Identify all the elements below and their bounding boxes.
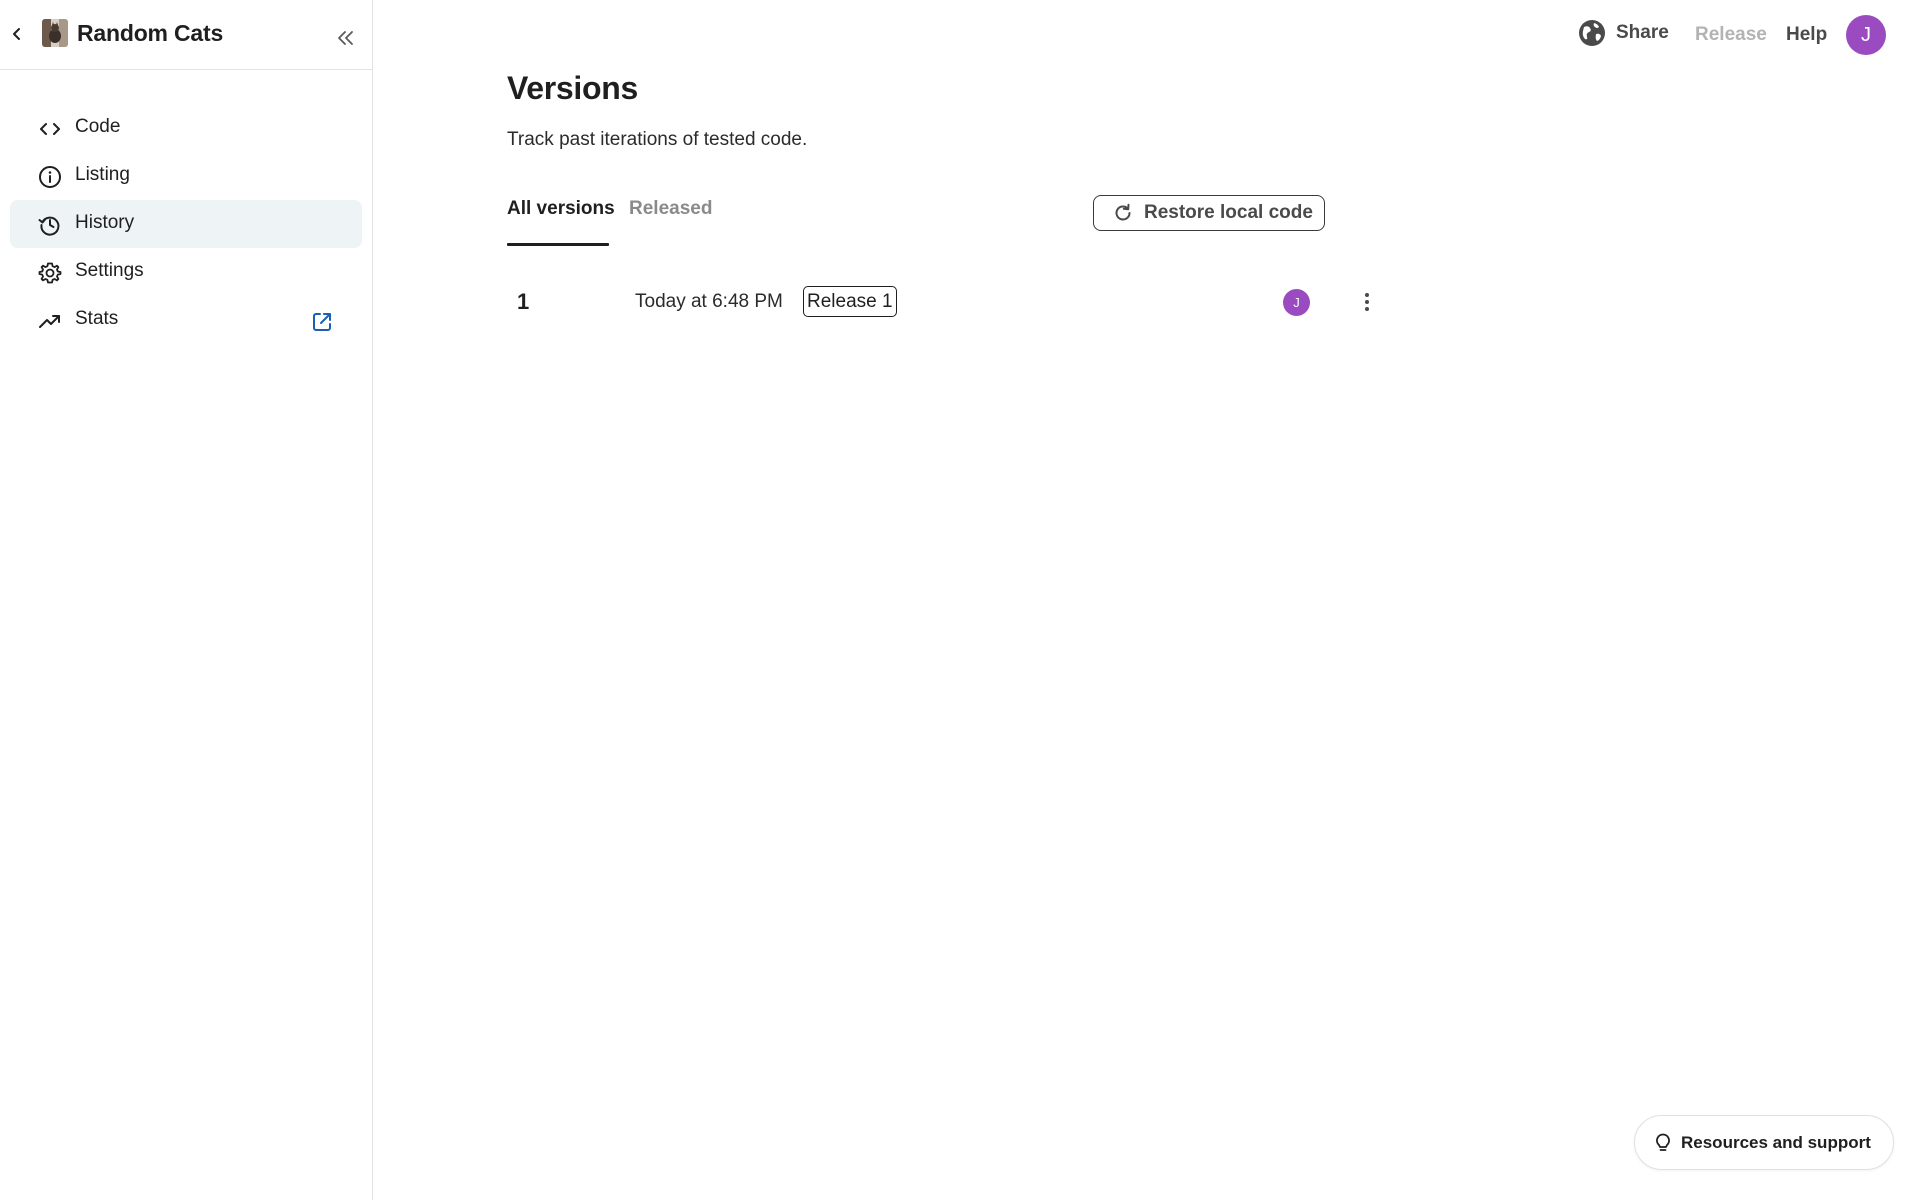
refresh-icon: [1112, 202, 1134, 224]
sidebar-item-settings[interactable]: Settings: [10, 248, 362, 296]
release-badge: Release 1: [803, 286, 897, 317]
sidebar-item-label: History: [75, 212, 135, 233]
double-chevron-left-icon: [338, 31, 353, 45]
author-avatar: J: [1283, 289, 1310, 316]
globe-icon: [1579, 20, 1605, 46]
code-icon: [38, 117, 62, 141]
kebab-menu-icon: [1365, 293, 1369, 311]
share-button[interactable]: Share: [1578, 19, 1669, 47]
version-timestamp: Today at 6:48 PM: [635, 291, 783, 312]
sidebar-nav: Code Listing History Settings Stats: [10, 104, 362, 344]
sidebar-item-label: Settings: [75, 260, 144, 281]
lightbulb-icon: [1653, 1133, 1673, 1153]
restore-local-code-button[interactable]: Restore local code: [1093, 195, 1325, 231]
active-tab-indicator: [507, 243, 609, 246]
trending-up-icon: [38, 309, 62, 333]
help-button[interactable]: Help: [1786, 24, 1827, 46]
history-icon: [38, 213, 62, 237]
collapse-sidebar-button[interactable]: [334, 26, 358, 50]
tab-released[interactable]: Released: [629, 198, 712, 236]
info-icon: [38, 165, 62, 189]
sidebar-item-label: Listing: [75, 164, 130, 185]
restore-label: Restore local code: [1144, 202, 1313, 223]
cat-photo-icon: [42, 19, 68, 47]
sidebar-item-label: Stats: [75, 308, 119, 329]
sidebar-header: Random Cats: [0, 0, 372, 70]
sidebar-item-stats[interactable]: Stats: [10, 296, 362, 344]
resources-and-support-button[interactable]: Resources and support: [1634, 1115, 1894, 1170]
chevron-left-icon: [13, 28, 20, 40]
tab-all-versions[interactable]: All versions: [507, 198, 615, 236]
sidebar-item-listing[interactable]: Listing: [10, 152, 362, 200]
more-options-button[interactable]: [1353, 288, 1381, 316]
page-subtitle: Track past iterations of tested code.: [507, 129, 808, 150]
version-number: 1: [517, 289, 530, 314]
user-avatar[interactable]: J: [1846, 15, 1886, 55]
sidebar: Random Cats Code Listing History Setting…: [0, 0, 373, 1200]
gear-icon: [38, 261, 62, 285]
back-button[interactable]: [6, 22, 28, 46]
sidebar-item-label: Code: [75, 116, 121, 137]
app-title: Random Cats: [77, 20, 224, 46]
sidebar-item-code[interactable]: Code: [10, 104, 362, 152]
resources-label: Resources and support: [1681, 1132, 1871, 1152]
release-button[interactable]: Release: [1695, 24, 1767, 46]
external-link-icon[interactable]: [310, 310, 334, 334]
share-label: Share: [1616, 22, 1669, 43]
table-row[interactable]: 1 Today at 6:48 PM Release 1 J: [507, 278, 1387, 326]
sidebar-item-history[interactable]: History: [10, 200, 362, 248]
page-title: Versions: [507, 70, 639, 106]
